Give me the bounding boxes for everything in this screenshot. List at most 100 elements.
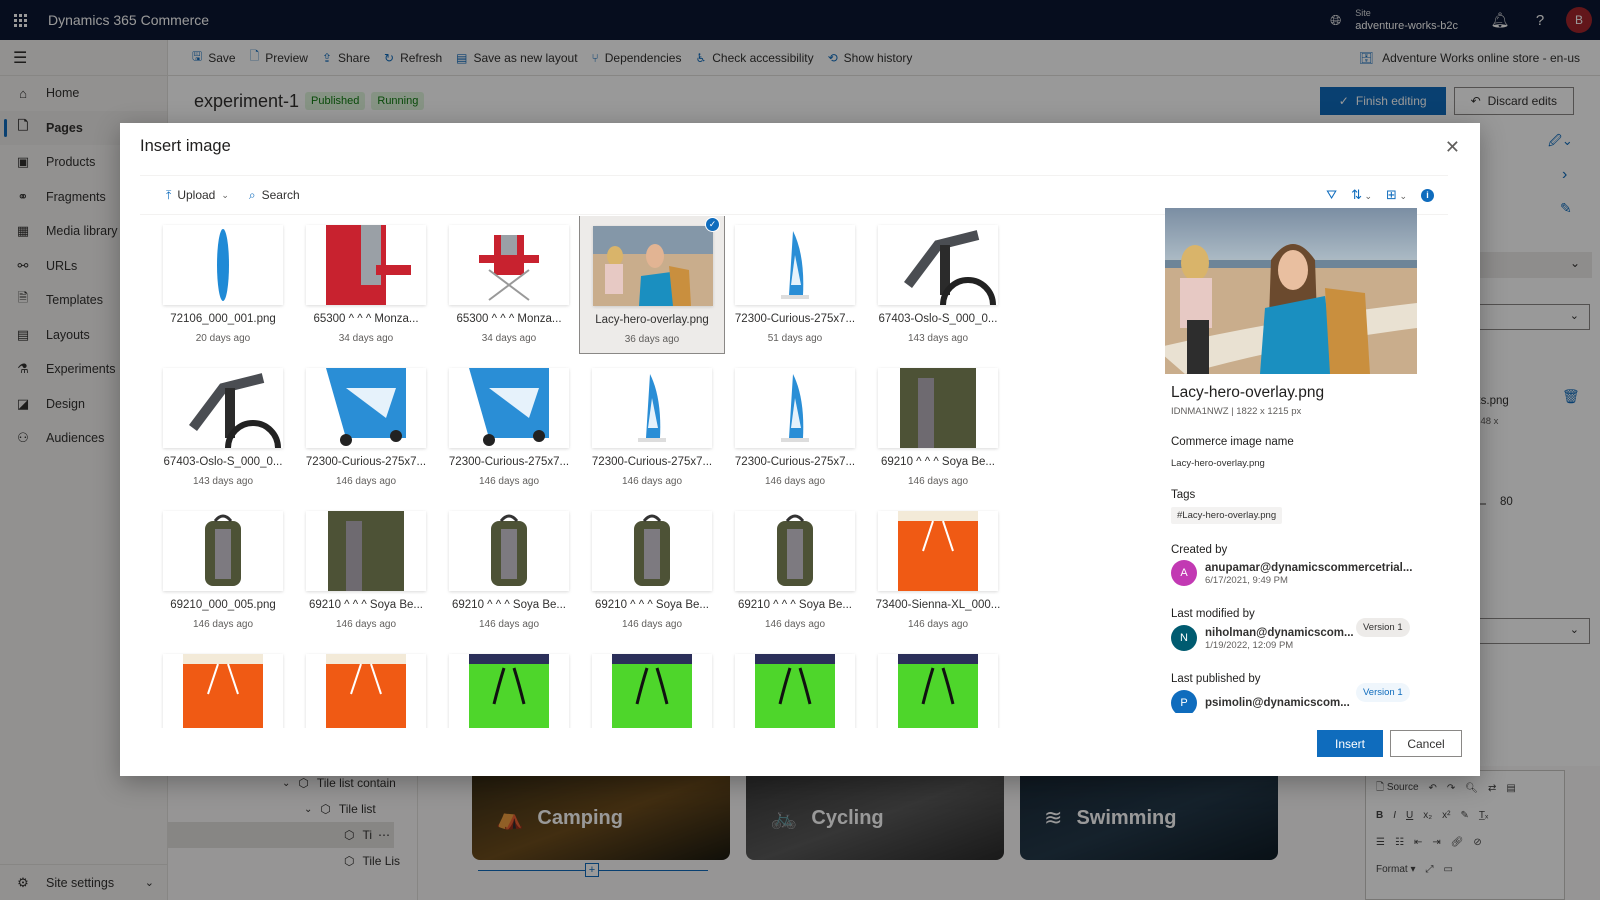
image-thumbnail xyxy=(735,368,855,448)
image-card[interactable]: 69210 ^ ^ ^ Soya Be... 146 days ago xyxy=(579,498,725,640)
image-name: 69210 ^ ^ ^ Soya Be... xyxy=(451,599,566,611)
image-card[interactable]: 65300 ^ ^ ^ Monza... 34 days ago xyxy=(436,216,582,354)
close-button[interactable]: ✕ xyxy=(1445,137,1460,158)
image-name: 72300-Curious-275x7... xyxy=(734,456,856,468)
image-date: 146 days ago xyxy=(621,476,683,487)
info-icon[interactable]: i xyxy=(1421,188,1434,202)
details-subtitle: IDNMA1NWZ | 1822 x 1215 px xyxy=(1171,406,1302,417)
upload-label: Upload xyxy=(177,188,216,202)
image-card[interactable]: 72300-Curious-275x7... 146 days ago xyxy=(722,355,868,497)
image-thumbnail xyxy=(163,225,283,305)
created-date: 6/17/2021, 9:49 PM xyxy=(1205,574,1288,586)
image-card[interactable]: 72300-Curious-275x7... 146 days ago xyxy=(579,355,725,497)
image-thumbnail xyxy=(306,225,426,305)
image-card[interactable]: 67403-Oslo-S_000_0... 143 days ago xyxy=(150,355,296,497)
details-pane: Lacy-hero-overlay.png IDNMA1NWZ | 1822 x… xyxy=(1165,208,1425,713)
published-by-name: psimolin@dynamicscom... xyxy=(1205,697,1350,709)
image-name: 65300 ^ ^ ^ Monza... xyxy=(313,313,419,325)
image-date: 143 days ago xyxy=(907,333,969,344)
image-date: 146 days ago xyxy=(335,476,397,487)
sort-button[interactable]: ⇅ ⌄ xyxy=(1351,187,1372,203)
image-card[interactable]: 69210_000_005.png 146 days ago xyxy=(150,498,296,640)
commerce-name-value: Lacy-hero-overlay.png xyxy=(1171,458,1265,469)
image-card[interactable]: 73400-Sienna-XL_000... 146 days ago xyxy=(865,498,1011,640)
image-thumbnail xyxy=(163,511,283,591)
commerce-name-label: Commerce image name xyxy=(1171,436,1294,448)
modified-by-label: Last modified by xyxy=(1171,608,1255,620)
image-date: 146 days ago xyxy=(907,476,969,487)
chevron-down-icon: ⌄ xyxy=(221,189,229,200)
version-badge: Version 1 xyxy=(1356,683,1410,702)
image-thumbnail xyxy=(306,368,426,448)
image-date: 143 days ago xyxy=(192,476,254,487)
tag-chip[interactable]: #Lacy-hero-overlay.png xyxy=(1171,507,1283,524)
image-card[interactable]: 69210 ^ ^ ^ Soya Be... 146 days ago xyxy=(436,498,582,640)
image-thumbnail xyxy=(306,654,426,728)
image-thumbnail xyxy=(163,368,283,448)
image-name: 69210 ^ ^ ^ Soya Be... xyxy=(594,599,709,611)
image-date: 146 days ago xyxy=(764,476,826,487)
image-thumbnail xyxy=(449,511,569,591)
image-card[interactable]: Lacy-hero-overlay.png 36 days ago ✓ xyxy=(579,216,725,354)
view-button[interactable]: ⊞ ⌄ xyxy=(1386,187,1407,203)
image-thumbnail xyxy=(735,225,855,305)
insert-button[interactable]: Insert xyxy=(1317,730,1383,757)
details-title: Lacy-hero-overlay.png xyxy=(1171,384,1325,401)
image-date: 146 days ago xyxy=(478,476,540,487)
image-card[interactable] xyxy=(293,641,439,728)
image-name: 67403-Oslo-S_000_0... xyxy=(878,313,998,325)
chevron-down-icon: ⌄ xyxy=(1396,191,1407,201)
image-card[interactable]: 72300-Curious-275x7... 146 days ago xyxy=(436,355,582,497)
image-thumbnail xyxy=(878,654,998,728)
upload-button[interactable]: ⤒ Upload ⌄ xyxy=(166,188,229,203)
created-by-person: A anupamar@dynamicscommercetrial... 6/17/… xyxy=(1171,560,1412,586)
image-date: 146 days ago xyxy=(335,619,397,630)
image-preview xyxy=(1165,208,1417,374)
image-date: 34 days ago xyxy=(338,333,394,344)
filter-icon[interactable]: ⛛ xyxy=(1326,187,1337,203)
image-card[interactable]: 72300-Curious-275x7... 146 days ago xyxy=(293,355,439,497)
image-name: 72300-Curious-275x7... xyxy=(734,313,856,325)
image-name: 69210 ^ ^ ^ Soya Be... xyxy=(880,456,995,468)
avatar: P xyxy=(1171,690,1197,713)
image-card[interactable]: 72106_000_001.png 20 days ago xyxy=(150,216,296,354)
image-date: 146 days ago xyxy=(764,619,826,630)
image-card[interactable]: 69210 ^ ^ ^ Soya Be... 146 days ago xyxy=(293,498,439,640)
dialog-title: Insert image xyxy=(140,137,231,155)
close-icon: ✕ xyxy=(1444,137,1460,157)
image-card[interactable]: 72300-Curious-275x7... 51 days ago xyxy=(722,216,868,354)
search-button[interactable]: ⌕ Search xyxy=(249,188,300,203)
selected-check-icon[interactable]: ✓ xyxy=(705,217,720,232)
image-thumbnail xyxy=(306,511,426,591)
sort-icon: ⇅ xyxy=(1351,187,1362,202)
image-card[interactable] xyxy=(579,641,725,728)
image-thumbnail xyxy=(593,226,713,306)
image-date: 51 days ago xyxy=(767,333,823,344)
image-name: 69210_000_005.png xyxy=(170,599,276,611)
modified-by-name: niholman@dynamicscom... xyxy=(1205,626,1354,639)
image-thumbnail xyxy=(163,654,283,728)
image-card[interactable] xyxy=(722,641,868,728)
modified-by-person: N niholman@dynamicscom... 1/19/2022, 12:0… xyxy=(1171,625,1354,651)
image-thumbnail xyxy=(735,654,855,728)
image-date: 36 days ago xyxy=(624,334,680,345)
image-date: 20 days ago xyxy=(195,333,251,344)
created-by-name: anupamar@dynamicscommercetrial... xyxy=(1205,561,1413,574)
image-card[interactable] xyxy=(865,641,1011,728)
image-card[interactable] xyxy=(150,641,296,728)
image-card[interactable] xyxy=(436,641,582,728)
search-icon: ⌕ xyxy=(248,187,256,202)
image-thumbnail xyxy=(592,654,712,728)
insert-image-dialog: Insert image ✕ ⤒ Upload ⌄ ⌕ Search ⛛ ⇅ ⌄ ⊞ … xyxy=(120,123,1480,776)
image-card[interactable]: 65300 ^ ^ ^ Monza... 34 days ago xyxy=(293,216,439,354)
image-thumbnail xyxy=(878,511,998,591)
image-thumbnail xyxy=(592,511,712,591)
image-card[interactable]: 69210 ^ ^ ^ Soya Be... 146 days ago xyxy=(865,355,1011,497)
cancel-button[interactable]: Cancel xyxy=(1390,730,1462,757)
image-card[interactable]: 67403-Oslo-S_000_0... 143 days ago xyxy=(865,216,1011,354)
version-badge: Version 1 xyxy=(1356,618,1410,637)
image-thumbnail xyxy=(449,654,569,728)
image-card[interactable]: 69210 ^ ^ ^ Soya Be... 146 days ago xyxy=(722,498,868,640)
image-thumbnail xyxy=(449,368,569,448)
image-date: 146 days ago xyxy=(907,619,969,630)
